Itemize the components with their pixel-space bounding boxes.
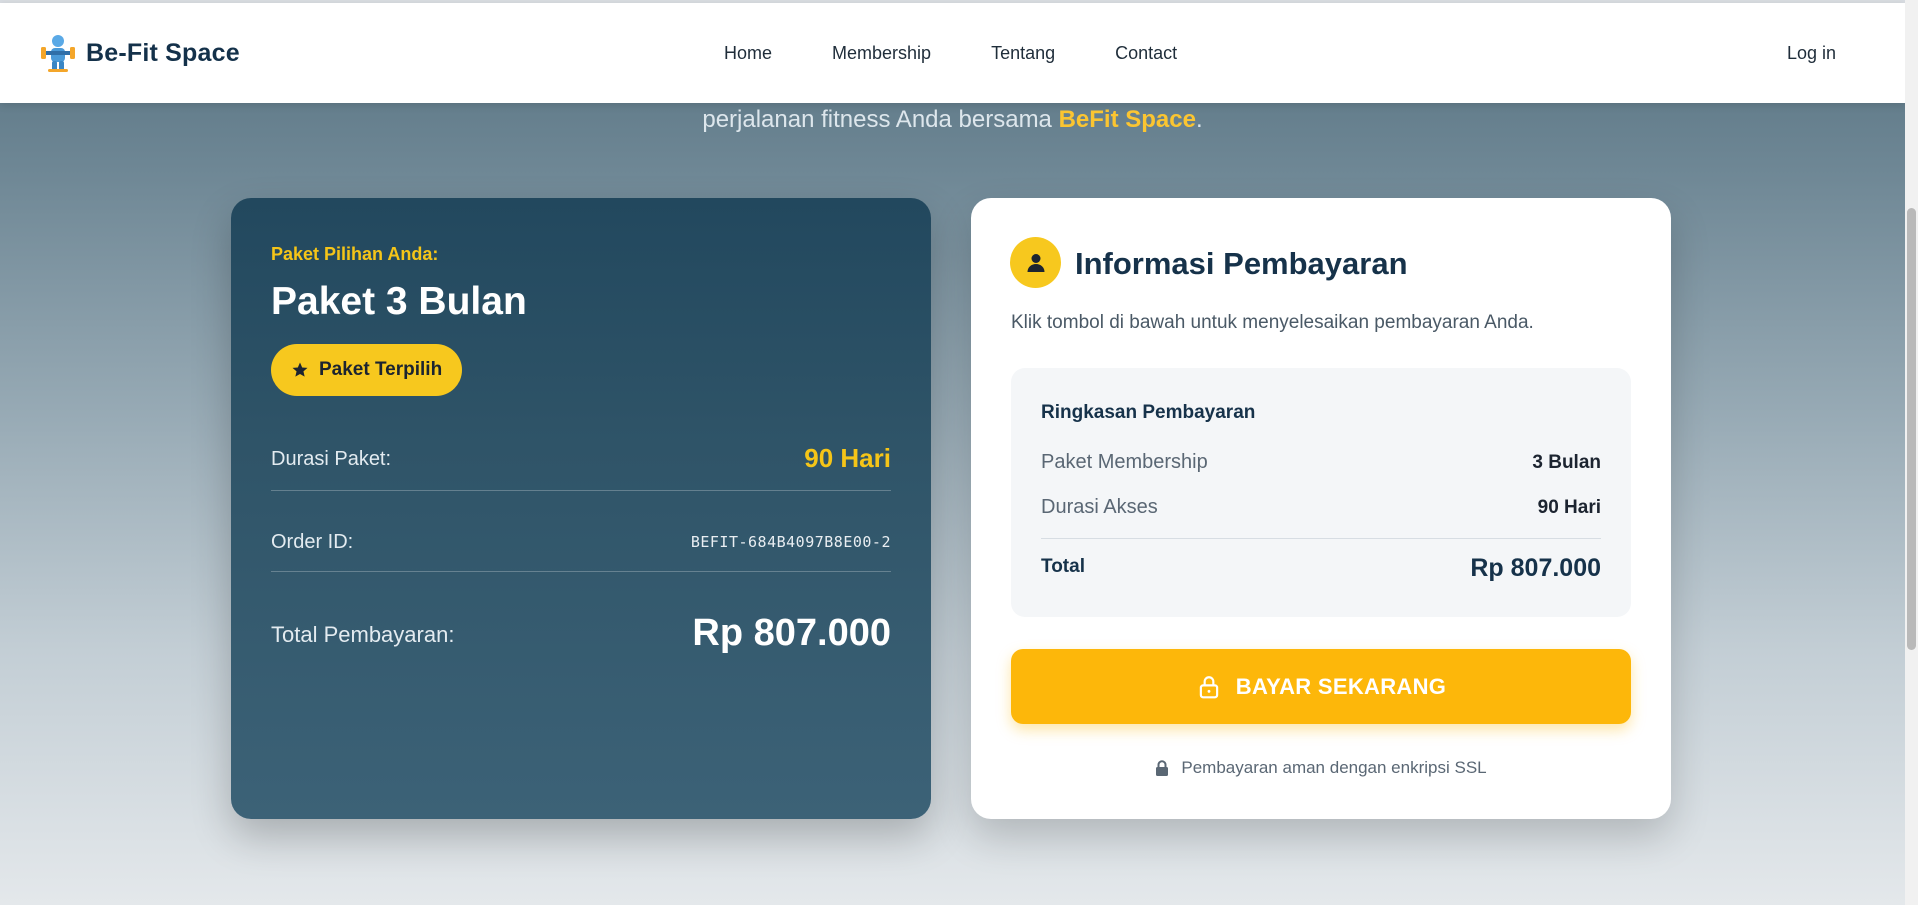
summary-row-label: Durasi Akses	[1041, 496, 1158, 518]
nav-contact[interactable]: Contact	[1115, 43, 1177, 64]
package-card: Paket Pilihan Anda: Paket 3 Bulan Paket …	[231, 198, 931, 819]
payment-info-description: Klik tombol di bawah untuk menyelesaikan…	[1011, 312, 1534, 333]
hero-subtitle: perjalanan fitness Anda bersama BeFit Sp…	[0, 106, 1905, 134]
payment-summary: Ringkasan Pembayaran Paket Membership 3 …	[1011, 368, 1631, 617]
order-id-value: BEFIT-684B4097B8E00-2	[690, 533, 891, 551]
summary-divider	[1041, 538, 1601, 539]
order-id-label: Order ID:	[271, 531, 354, 553]
nav-membership[interactable]: Membership	[832, 43, 931, 64]
summary-title: Ringkasan Pembayaran	[1041, 402, 1256, 423]
brand-name: Be-Fit Space	[86, 38, 240, 67]
pay-now-label: BAYAR SEKARANG	[1235, 673, 1447, 699]
login-link[interactable]: Log in	[1787, 43, 1836, 64]
package-pick-label: Paket Pilihan Anda:	[271, 244, 439, 264]
fitness-logo-icon	[41, 35, 75, 72]
brand[interactable]: Be-Fit Space	[40, 33, 240, 73]
payment-info-card: Informasi Pembayaran Klik tombol di bawa…	[971, 198, 1671, 819]
total-payment-label: Total Pembayaran:	[271, 622, 455, 647]
summary-row-value: 3 Bulan	[1532, 452, 1601, 473]
hero-subtitle-suffix: .	[1195, 106, 1203, 133]
package-title: Paket 3 Bulan	[271, 280, 527, 323]
nav-tentang[interactable]: Tentang	[991, 43, 1055, 64]
secure-note: Pembayaran aman dengan enkripsi SSL	[971, 758, 1671, 778]
lock-icon	[1156, 760, 1169, 776]
nav-home[interactable]: Home	[724, 43, 772, 64]
lock-open-icon	[1199, 675, 1219, 698]
divider	[271, 490, 891, 491]
summary-row-label: Paket Membership	[1041, 451, 1208, 473]
site-header: Be-Fit Space Home Membership Tentang Con…	[0, 3, 1905, 103]
selected-package-badge: Paket Terpilih	[271, 344, 463, 396]
summary-total-value: Rp 807.000	[1470, 554, 1601, 582]
secure-note-text: Pembayaran aman dengan enkripsi SSL	[1181, 758, 1487, 777]
duration-label: Durasi Paket:	[271, 448, 392, 470]
main-nav: Home Membership Tentang Contact	[724, 43, 1177, 64]
divider	[271, 571, 891, 572]
badge-label: Paket Terpilih	[319, 359, 443, 380]
summary-total-label: Total	[1041, 556, 1085, 577]
hero-subtitle-prefix: perjalanan fitness Anda bersama	[702, 106, 1059, 133]
total-payment-value: Rp 807.000	[692, 612, 891, 654]
pay-now-button[interactable]: BAYAR SEKARANG	[1011, 649, 1631, 724]
summary-row-value: 90 Hari	[1537, 497, 1601, 518]
payment-info-title: Informasi Pembayaran	[1075, 246, 1408, 281]
scrollbar-thumb[interactable]	[1907, 208, 1916, 650]
star-icon	[292, 362, 308, 377]
hero-subtitle-brand: BeFit Space	[1058, 106, 1196, 133]
user-icon	[1027, 253, 1044, 272]
duration-value: 90 Hari	[804, 443, 891, 473]
user-icon-badge	[1010, 237, 1061, 288]
